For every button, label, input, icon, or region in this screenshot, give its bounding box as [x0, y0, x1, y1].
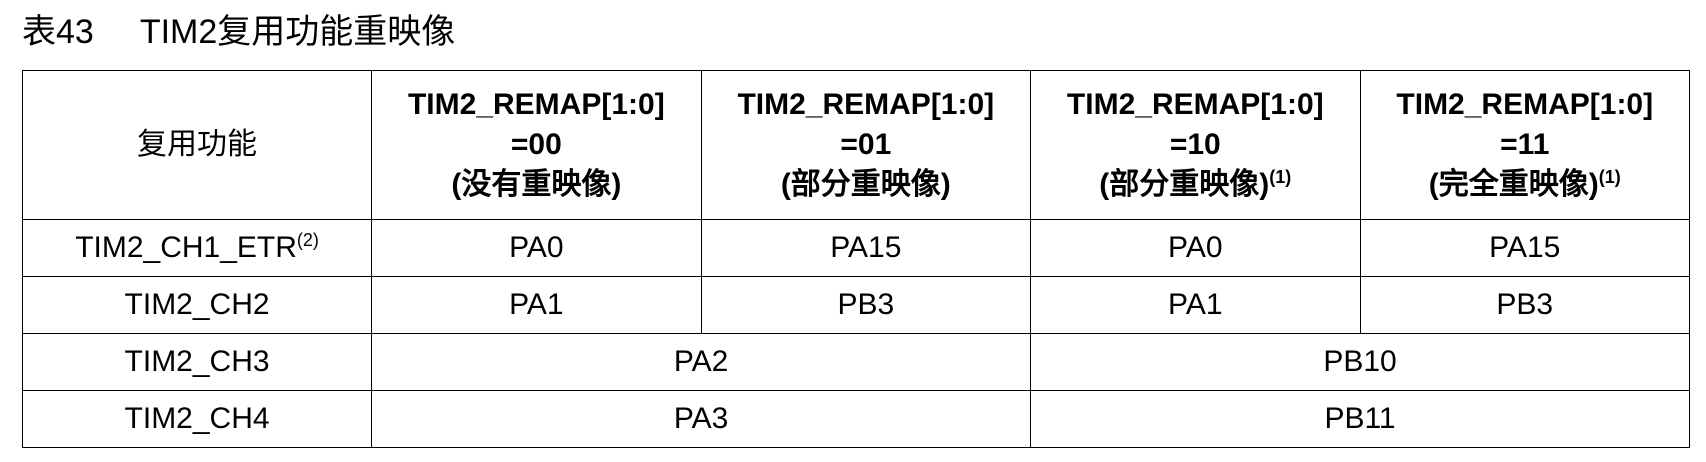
feature-cell: TIM2_CH3: [21, 333, 373, 391]
header-remap-value: =01: [840, 128, 892, 161]
table-row: TIM2_CH1_ETR(2) PA0 PA15 PA0 PA15: [21, 219, 1691, 277]
pin-cell: PA0: [371, 219, 702, 277]
pin-cell-merged: PB11: [1030, 390, 1690, 448]
table-title: TIM2复用功能重映像: [139, 13, 456, 51]
footnote-ref: (1): [1269, 167, 1292, 187]
feature-cell: TIM2_CH4: [21, 390, 373, 448]
footnote-ref: (1): [1598, 167, 1621, 187]
header-row: 复用功能 TIM2_REMAP[1:0] =00 (没有重映像) TIM2_RE…: [21, 70, 1691, 220]
table-number: 表43: [22, 13, 94, 51]
table-caption: 表43 TIM2复用功能重映像: [22, 6, 455, 58]
header-remap-field: TIM2_REMAP[1:0]: [737, 88, 995, 121]
pin-cell: PA1: [1030, 276, 1361, 334]
header-remap-desc: (部分重映像)(1): [1099, 167, 1292, 201]
pin-cell: PA0: [1030, 219, 1361, 277]
header-remap-value: =10: [1169, 128, 1221, 161]
header-remap-field: TIM2_REMAP[1:0]: [1066, 88, 1324, 121]
pin-cell-merged: PA2: [371, 333, 1032, 391]
header-remap-value: =11: [1500, 128, 1550, 161]
header-remap-desc: (部分重映像): [780, 168, 951, 201]
pin-cell-merged: PA3: [371, 390, 1032, 448]
header-remap-01: TIM2_REMAP[1:0] =01 (部分重映像): [700, 70, 1032, 220]
pin-cell: PA1: [371, 276, 702, 334]
remap-table: 复用功能 TIM2_REMAP[1:0] =00 (没有重映像) TIM2_RE…: [21, 70, 1691, 448]
header-remap-11: TIM2_REMAP[1:0] =11 (完全重映像)(1): [1359, 70, 1691, 220]
pin-cell: PA15: [1359, 219, 1691, 277]
pin-cell: PA15: [700, 219, 1032, 277]
header-remap-10: TIM2_REMAP[1:0] =10 (部分重映像)(1): [1030, 70, 1361, 220]
feature-cell: TIM2_CH1_ETR(2): [21, 219, 373, 277]
pin-cell: PB3: [1359, 276, 1691, 334]
pin-cell: PB3: [700, 276, 1032, 334]
header-remap-00: TIM2_REMAP[1:0] =00 (没有重映像): [371, 70, 702, 220]
feature-cell: TIM2_CH2: [21, 276, 373, 334]
header-remap-desc: (没有重映像): [451, 168, 622, 201]
footnote-ref: (2): [296, 230, 319, 250]
header-remap-field: TIM2_REMAP[1:0]: [1396, 88, 1654, 121]
header-remap-value: =00: [510, 128, 562, 161]
table-row: TIM2_CH3 PA2 PB10: [21, 333, 1690, 391]
pin-cell-merged: PB10: [1030, 333, 1690, 391]
header-feature: 复用功能: [21, 70, 373, 220]
header-remap-field: TIM2_REMAP[1:0]: [407, 88, 665, 121]
table-row: TIM2_CH2 PA1 PB3 PA1 PB3: [21, 276, 1691, 334]
table-row: TIM2_CH4 PA3 PB11: [21, 390, 1690, 448]
header-remap-desc: (完全重映像)(1): [1428, 167, 1621, 201]
